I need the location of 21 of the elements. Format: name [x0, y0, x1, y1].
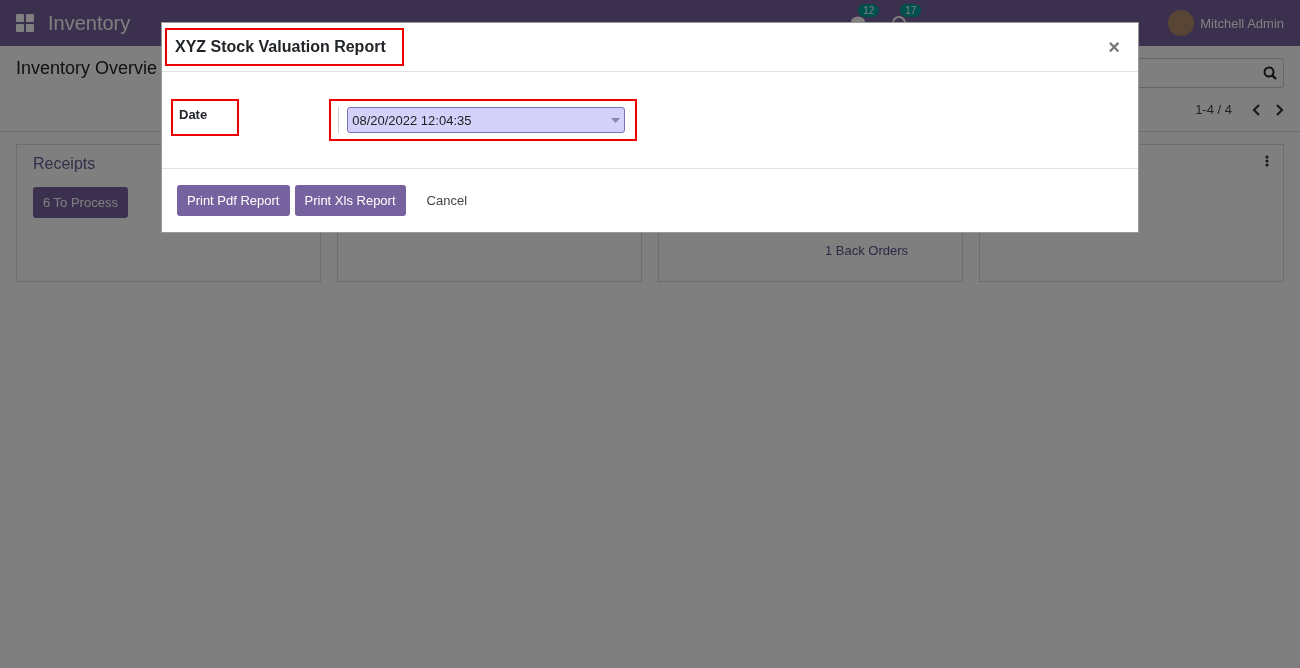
apps-grid-icon[interactable]	[16, 14, 34, 32]
user-name[interactable]: Mitchell Admin	[1200, 15, 1284, 31]
date-label: Date	[171, 99, 240, 136]
app-name[interactable]: Inventory	[48, 11, 131, 35]
close-button[interactable]: ×	[1102, 34, 1126, 60]
kebab-menu-icon[interactable]	[1265, 155, 1269, 167]
dialog-title: XYZ Stock Valuation Report	[165, 28, 404, 66]
activities-count: 17	[900, 4, 922, 17]
chevron-right-icon[interactable]	[1274, 103, 1284, 116]
messages-count: 12	[858, 4, 880, 17]
search-icon[interactable]	[1263, 66, 1277, 80]
page-title: Inventory Overvie	[16, 58, 158, 78]
print-report-button[interactable]: Print Pdf Report	[177, 185, 290, 216]
cancel-button[interactable]: Cancel	[416, 185, 477, 216]
date-field[interactable]: 08/20/2022 12:04:35	[347, 107, 626, 133]
print-report-button[interactable]: Print Xls Report	[294, 185, 406, 216]
caret-icon	[611, 117, 621, 123]
back-orders-link[interactable]: 1 Back Orders	[825, 243, 946, 258]
pager-value: 1-4 / 4	[1195, 102, 1232, 117]
to-process-button[interactable]: 6 To Process	[33, 187, 128, 218]
chevron-left-icon[interactable]	[1252, 103, 1262, 116]
